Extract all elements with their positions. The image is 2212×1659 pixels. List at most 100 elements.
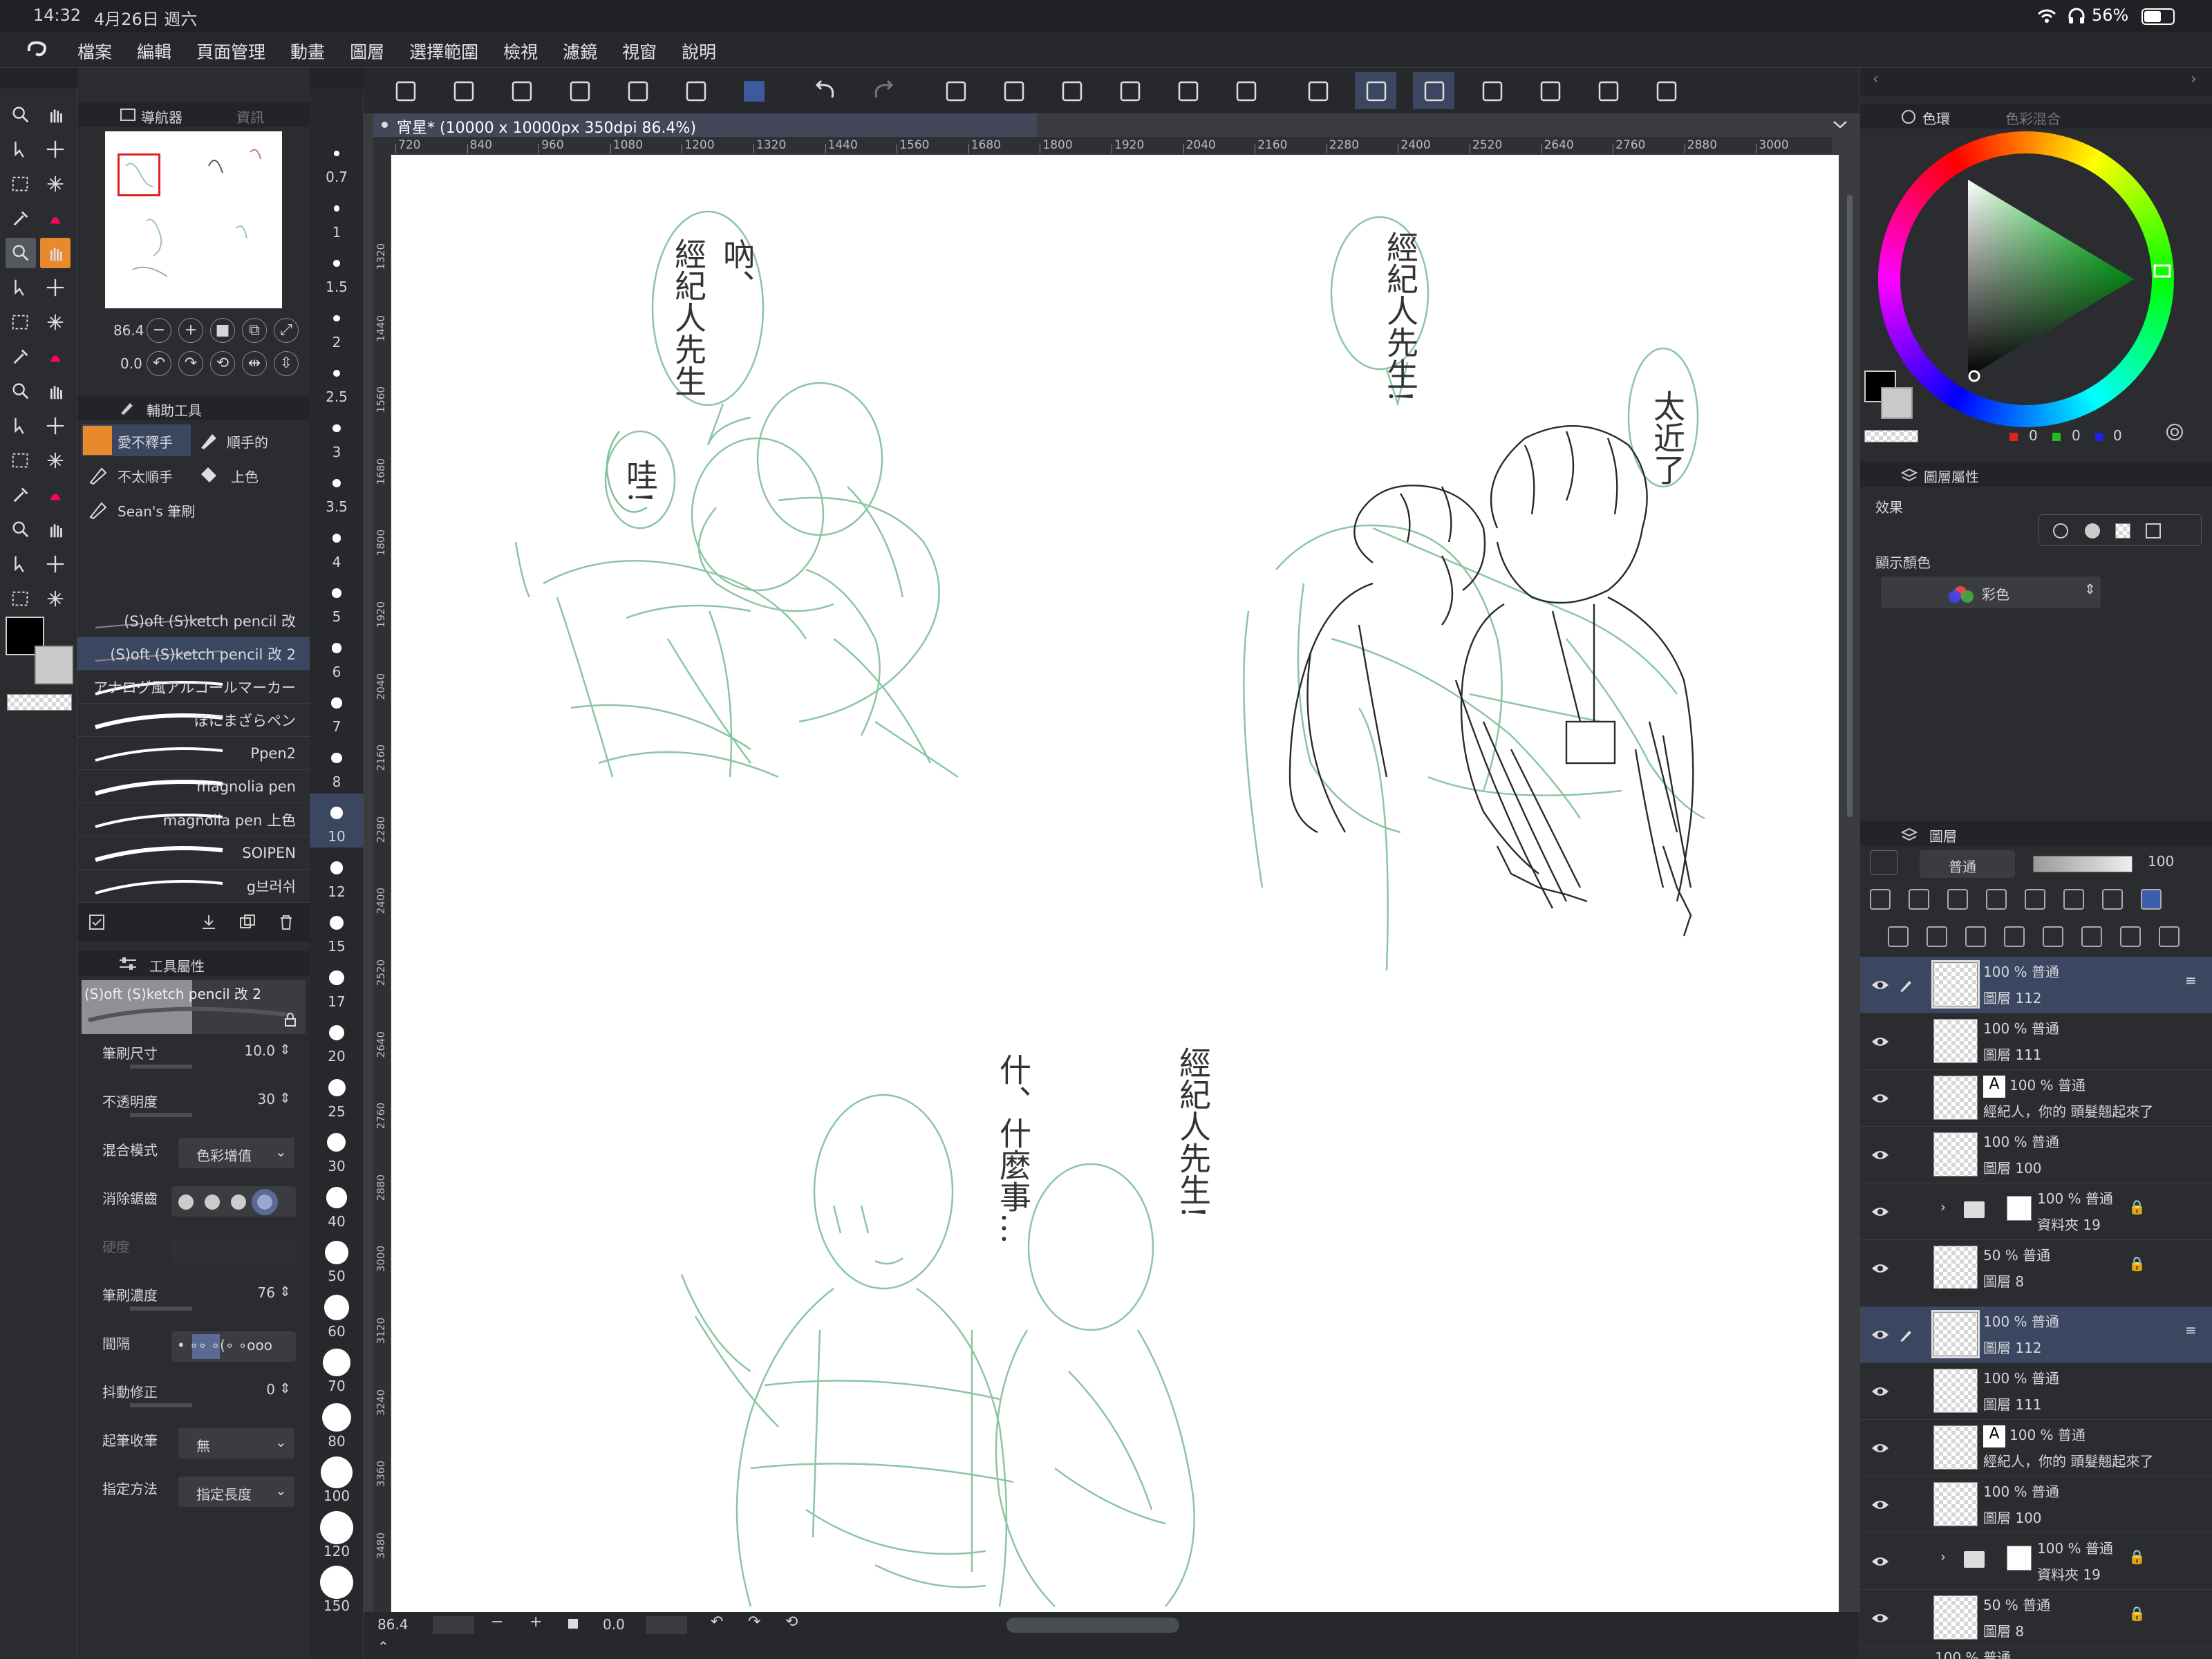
fit-button[interactable] [568,1619,578,1629]
text-icon[interactable] [6,411,36,441]
pattern-icon[interactable] [6,238,36,268]
brush-item[interactable]: ぼにまざらペン [77,704,310,737]
pen-pressure-icon[interactable] [1355,72,1396,109]
corrector-icon[interactable] [40,583,71,614]
app-logo-icon[interactable] [24,36,51,64]
hardness-row[interactable]: 硬度 [77,1228,310,1276]
move-icon[interactable] [40,134,71,165]
eye-icon[interactable] [1870,1381,1891,1402]
display-color-select[interactable]: 彩色 ⇕ [1881,577,2101,608]
copy-icon[interactable] [993,72,1034,109]
taper-row[interactable]: 起筆收筆無 ⌄ [77,1421,310,1470]
anti-alias-selector[interactable] [171,1186,296,1217]
expand-chevron-icon[interactable]: › [1940,1548,1946,1565]
menu-selection[interactable]: 選擇範圍 [409,39,478,64]
eyedropper-icon[interactable] [6,203,36,234]
layer-menu-icon[interactable]: ≡ [2185,972,2197,988]
bucket-icon[interactable] [6,514,36,545]
import-icon[interactable] [199,912,218,932]
opacity-slider[interactable] [130,1113,192,1117]
info-tab[interactable]: 資訊 [236,106,264,126]
layer-row[interactable]: 100 % 普通 圖層 100 [1860,1477,2212,1533]
flip-vertical-icon[interactable]: ⇳ [274,351,299,376]
selection-icon[interactable] [6,169,36,199]
layer-row[interactable]: 100 % 普通 [1860,1647,2212,1659]
layer-row[interactable]: 🔒 50 % 普通 圖層 8 [1860,1590,2212,1647]
zoom-in-nav-icon[interactable]: + [178,318,203,343]
brush-size-item[interactable]: 7 [310,684,364,738]
brush-size-item[interactable]: 70 [310,1343,364,1397]
zoom-in-button[interactable]: + [529,1613,542,1631]
layer-ref-icon[interactable] [1870,889,1891,910]
anti-alias-row[interactable]: 消除鋸齒 [77,1179,310,1228]
gradient-icon[interactable] [6,549,36,579]
brush-item[interactable]: magnolia pen [77,770,310,803]
menu-layer[interactable]: 圖層 [350,39,384,64]
anti-alias-option[interactable] [252,1189,278,1215]
rotate-left-nav-icon[interactable]: ↶ [147,351,171,376]
new-folder-icon[interactable] [1965,926,1986,947]
pen-icon[interactable] [6,272,36,303]
layer-mask-enable-icon[interactable] [2063,889,2084,910]
expand-chevron-icon[interactable]: › [1940,1199,1946,1215]
hand-icon[interactable] [40,100,71,130]
create-mask-icon[interactable] [2081,926,2102,947]
layer-draft-icon[interactable] [1909,889,1929,910]
eye-icon[interactable] [1870,1494,1891,1515]
fill-icon[interactable] [40,238,71,268]
layer-row[interactable]: › 🔒 100 % 普通 資料夾 19 [1860,1183,2212,1240]
frame-icon[interactable] [6,376,36,406]
pencil-icon[interactable] [40,307,71,337]
invert-selection-icon[interactable] [1225,72,1266,109]
group-handy[interactable]: 順手的 [194,424,303,456]
airbrush-icon[interactable] [6,307,36,337]
extract-line-effect-icon[interactable] [2146,523,2161,538]
layer-clip-button[interactable] [1870,850,1897,875]
anti-alias-option[interactable] [205,1194,220,1210]
eye-icon[interactable] [1870,975,1891,995]
color-transparent-swatch[interactable] [1864,430,1918,442]
reset-rotate-nav-icon[interactable]: ⟲ [210,351,235,376]
open-file-icon[interactable] [500,72,542,109]
brush-size-item[interactable]: 1 [310,189,364,243]
balloon-icon[interactable] [40,411,71,441]
panel-icon[interactable] [40,549,71,579]
new-raster-layer-icon[interactable] [1888,926,1909,947]
brush-size-item[interactable]: 100 [310,1453,364,1507]
eye-icon[interactable] [1870,1551,1891,1572]
color-settings-icon[interactable] [2163,420,2186,444]
menu-filter[interactable]: 濾鏡 [563,39,597,64]
brush-size-item[interactable]: 12 [310,849,364,903]
vertical-scrollbar[interactable] [1840,153,1859,1612]
brush-size-item[interactable]: 80 [310,1398,364,1452]
stepper-icon[interactable]: ⇕ [279,1380,291,1396]
collapse-icon[interactable]: ⌃ [377,1638,389,1655]
tone-effect-icon[interactable] [2085,523,2100,538]
taper-method-row[interactable]: 指定方法 指定長度 ⌄ [77,1470,310,1518]
brush-item[interactable]: (S)oft (S)ketch pencil 改 2 [77,637,310,671]
brush-size-item[interactable]: 5 [310,574,364,628]
zoom-icon[interactable] [6,100,36,130]
group-not-handy[interactable]: 不太順手 [82,459,191,491]
brush-icon[interactable] [40,341,71,372]
group-seans-brush[interactable]: Sean's 筆刷 [82,494,195,525]
group-coloring[interactable]: 上色 [194,459,303,491]
brush-size-item[interactable]: 25 [310,1069,364,1123]
brush-size-item[interactable]: 20 [310,1013,364,1067]
brush-size-item[interactable]: 3 [310,409,364,463]
brush-size-item[interactable]: 150 [310,1563,364,1617]
brush-size-item[interactable]: 4 [310,519,364,573]
brush-size-item[interactable]: 2.5 [310,354,364,408]
layer-row[interactable]: 100 % 普通 圖層 112 ≡ [1860,957,2212,1013]
layer-lock-icon[interactable]: 🔒 [2128,1548,2146,1565]
canvas-page[interactable]: 經紀人先生 吶、 哇! 經紀人先生! 太近了 什、什麼事… 經紀人先生! [391,155,1839,1612]
clear-icon[interactable] [1051,72,1092,109]
effect-buttons[interactable] [2038,514,2202,546]
brush-size-item[interactable]: 6 [310,629,364,683]
brush-size-item[interactable]: 1.5 [310,244,364,298]
navigator-preview[interactable] [105,131,282,308]
transparent-color-swatch[interactable] [7,694,72,711]
brush-size-item[interactable]: 60 [310,1288,364,1342]
color-sub-swatch[interactable] [1881,387,1913,419]
eye-icon[interactable] [1870,1324,1891,1345]
